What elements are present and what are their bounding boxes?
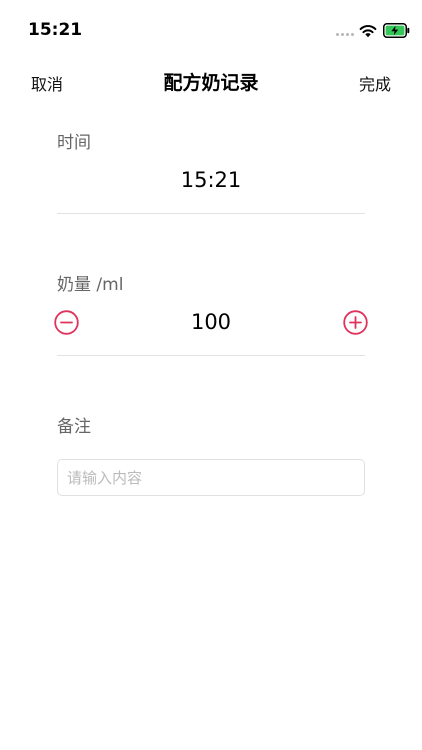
status-bar: 15:21 xyxy=(0,0,422,58)
amount-label: 奶量 /ml xyxy=(57,275,124,295)
formula-record-screen: 15:21 取消 配方奶记录 完成 时间 15:21 奶量 /ml 100 备注… xyxy=(0,0,422,750)
time-divider xyxy=(57,213,365,214)
wifi-icon xyxy=(359,25,377,38)
note-input[interactable] xyxy=(57,459,365,496)
plus-circle-icon[interactable] xyxy=(343,310,368,335)
amount-divider xyxy=(57,355,365,356)
done-button[interactable]: 完成 xyxy=(359,71,391,95)
note-label: 备注 xyxy=(57,417,91,437)
battery-charging-icon xyxy=(383,23,410,38)
time-label: 时间 xyxy=(57,133,91,153)
nav-bar: 取消 配方奶记录 完成 xyxy=(0,58,422,104)
status-time: 15:21 xyxy=(28,20,83,40)
time-value-picker[interactable]: 15:21 xyxy=(57,168,365,192)
cellular-signal-icon xyxy=(336,33,354,36)
amount-value[interactable]: 100 xyxy=(57,310,365,334)
